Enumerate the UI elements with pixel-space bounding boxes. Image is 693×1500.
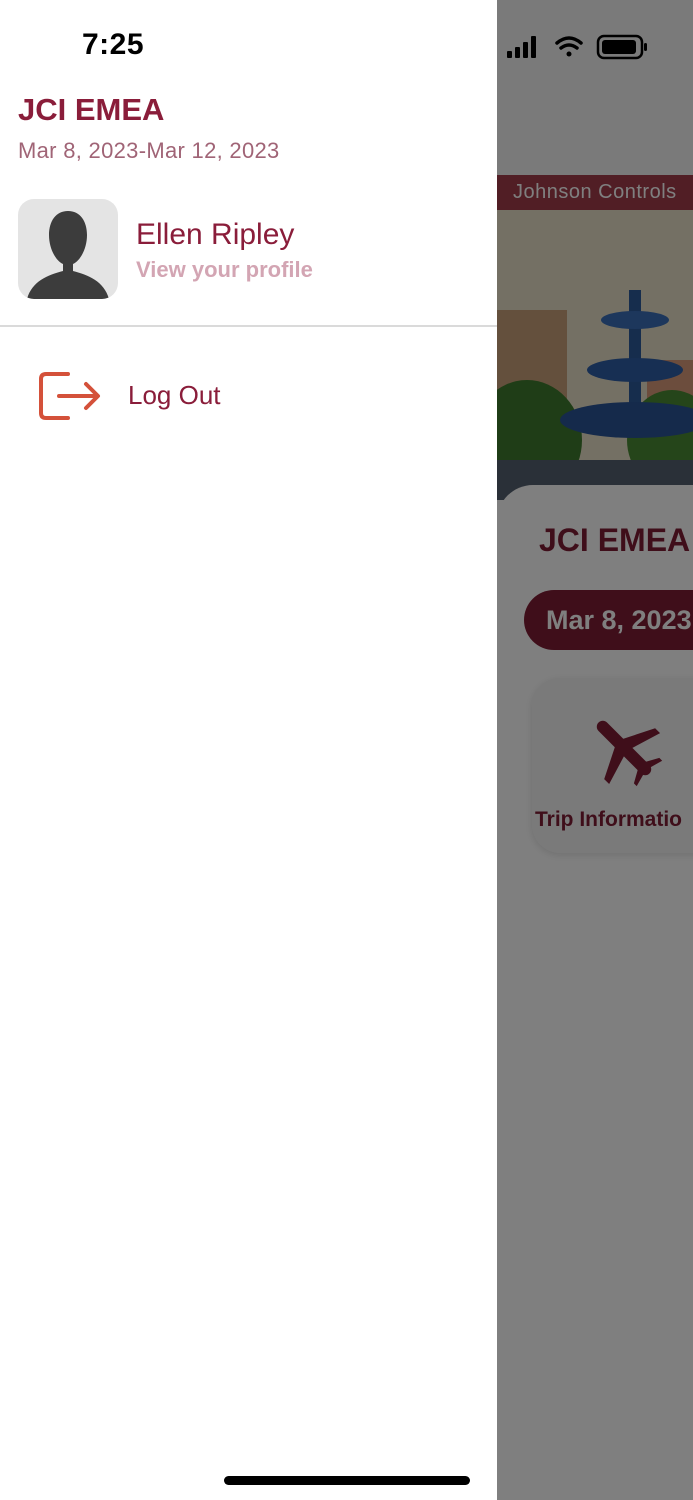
- side-drawer: 7:25 JCI EMEA Mar 8, 2023-Mar 12, 2023 E…: [0, 0, 497, 1500]
- person-silhouette-icon: [27, 211, 109, 299]
- view-profile-link[interactable]: View your profile: [136, 257, 313, 283]
- user-name[interactable]: Ellen Ripley: [136, 218, 294, 252]
- avatar[interactable]: [18, 199, 118, 299]
- drawer-overlay-scrim[interactable]: [497, 0, 693, 1500]
- logout-menu-item[interactable]: Log Out: [20, 360, 460, 432]
- home-indicator[interactable]: [224, 1476, 470, 1485]
- event-dates: Mar 8, 2023-Mar 12, 2023: [18, 138, 280, 163]
- logout-label: Log Out: [128, 380, 221, 410]
- event-title: JCI EMEA: [18, 92, 165, 127]
- status-time: 7:25: [82, 28, 145, 61]
- divider: [0, 325, 497, 327]
- logout-icon: [39, 372, 100, 420]
